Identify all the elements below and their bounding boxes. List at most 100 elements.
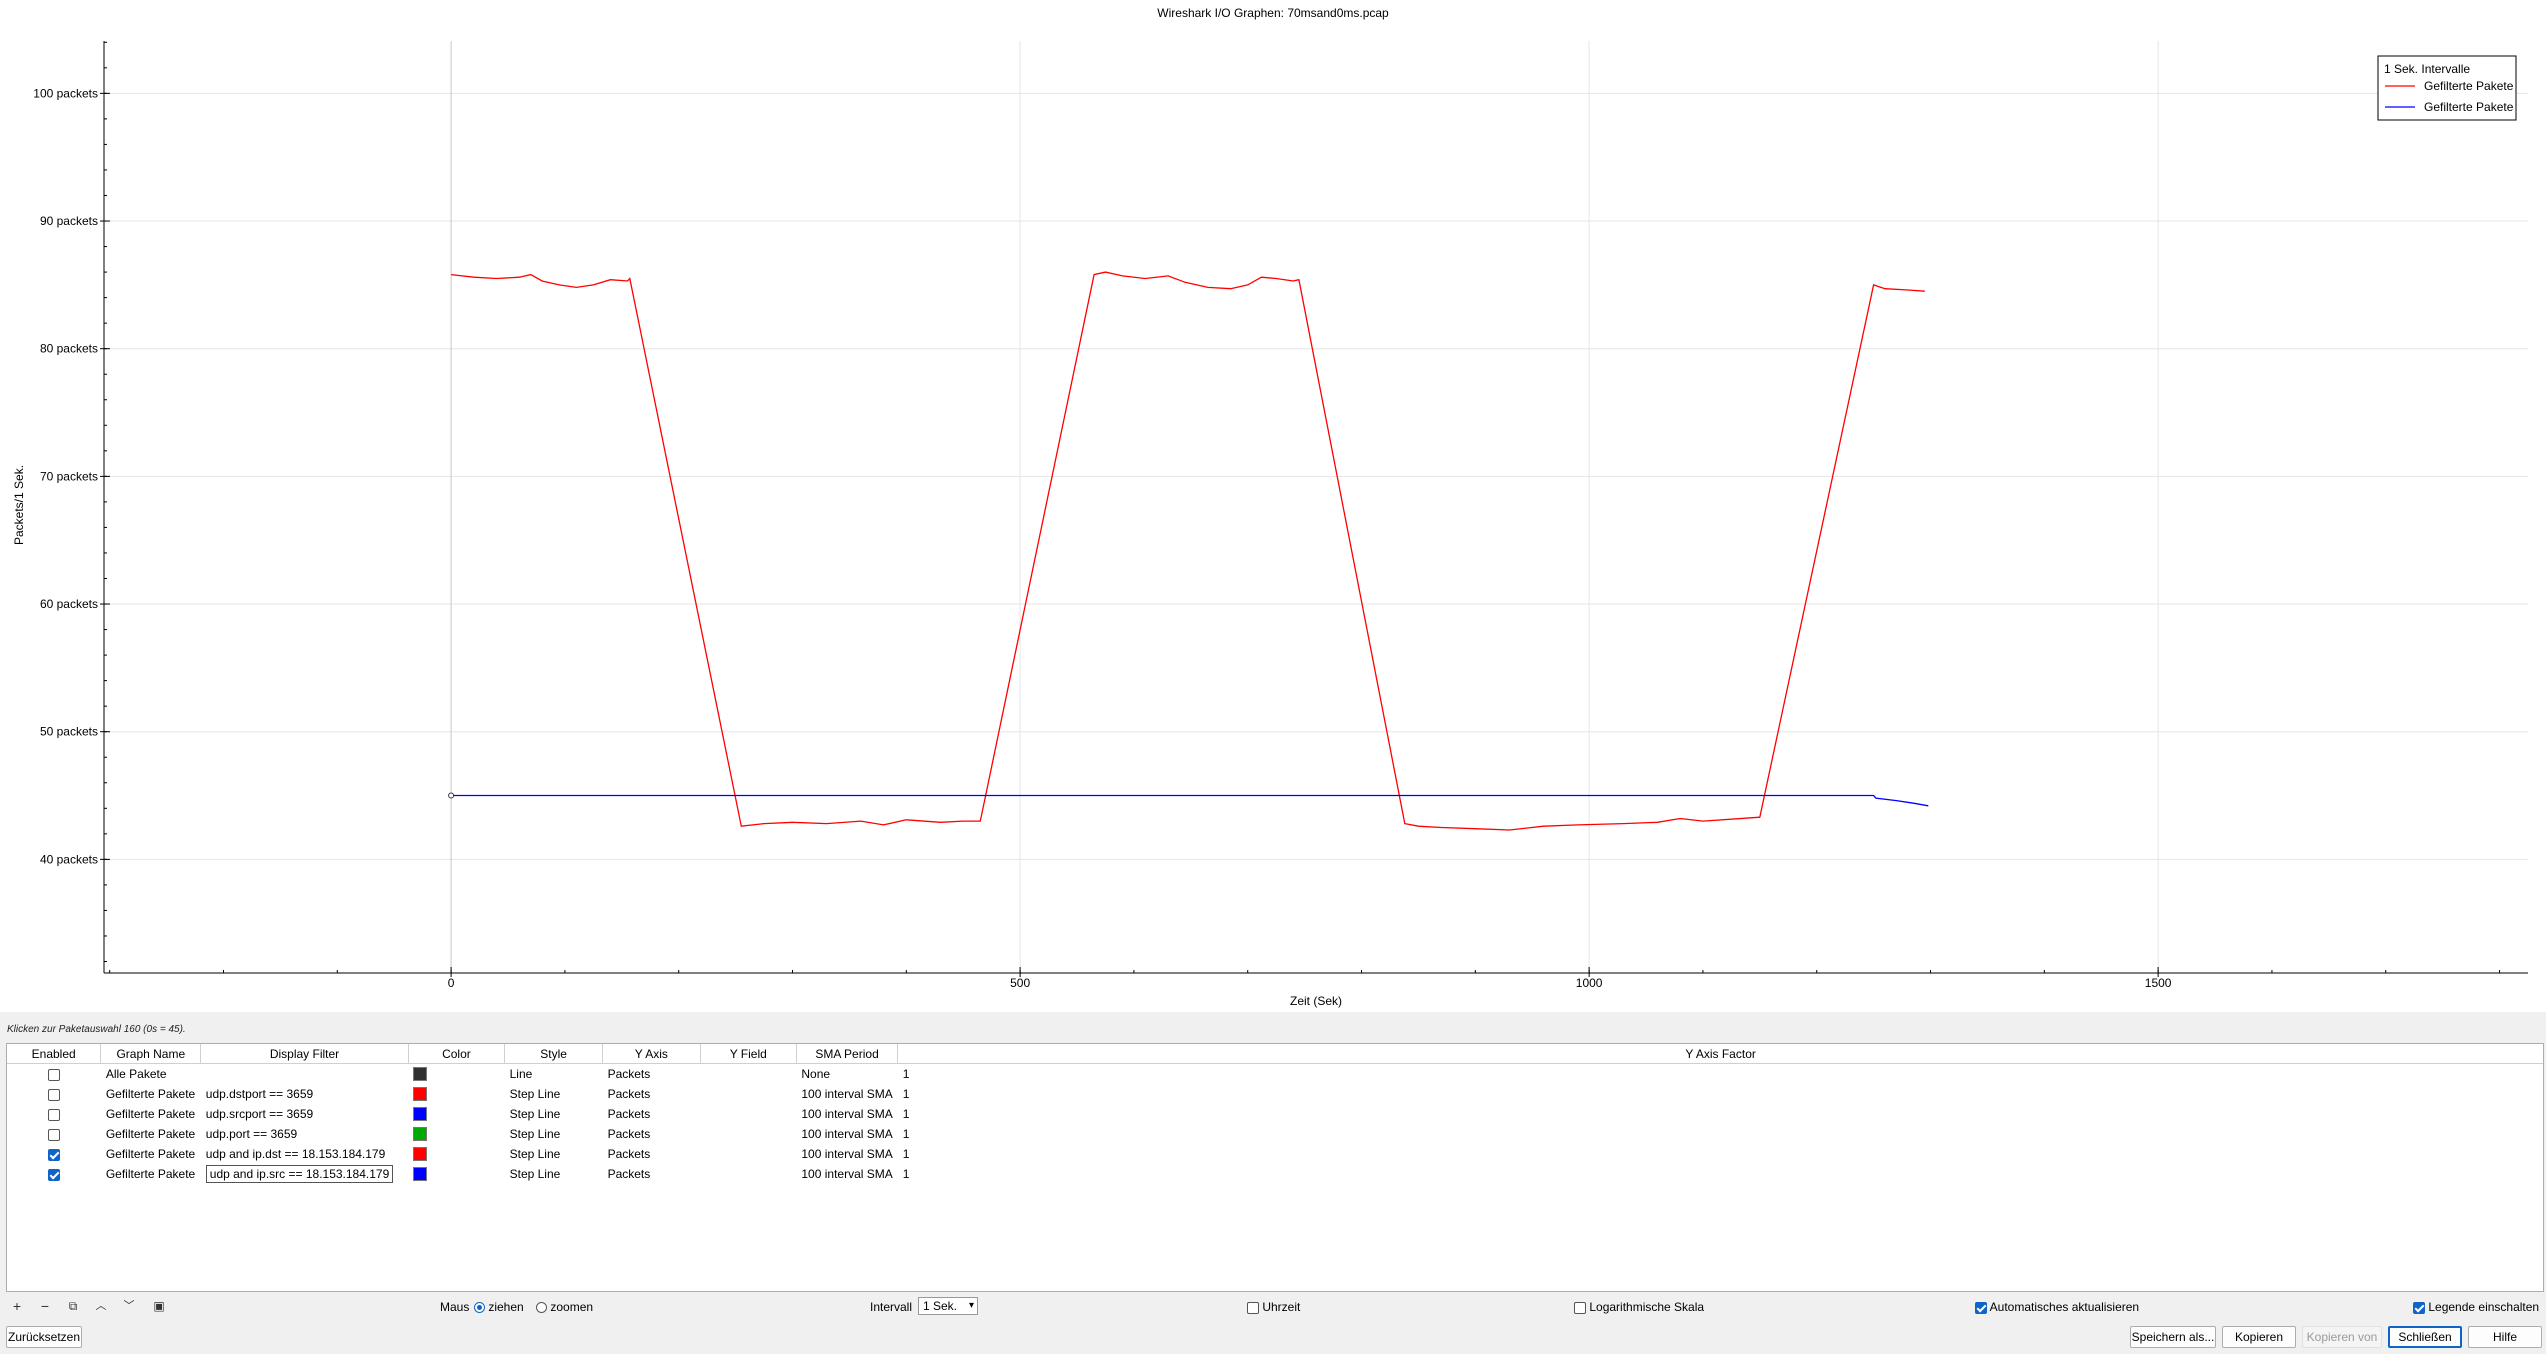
y-field-cell[interactable] (700, 1164, 796, 1184)
y-axis-factor-cell[interactable]: 1 (898, 1144, 2543, 1164)
enabled-checkbox[interactable] (47, 1088, 60, 1101)
io-graph-plot[interactable]: Wireshark I/O Graphen: 70msand0ms.pcap 4… (0, 0, 2546, 1012)
table-row[interactable]: Gefilterte Pakete udp.dstport == 3659 Step… (7, 1084, 2543, 1104)
legend-toggle-option[interactable]: Legende einschalten (2413, 1300, 2539, 1314)
enabled-cell[interactable] (7, 1144, 101, 1164)
move-down-icon[interactable]: ﹀ (120, 1297, 138, 1315)
color-cell[interactable] (408, 1164, 504, 1184)
sma-period-cell[interactable]: 100 interval SMA (796, 1104, 897, 1124)
graph-name-cell[interactable]: Gefilterte Pakete (101, 1104, 201, 1124)
table-row[interactable]: Gefilterte Pakete udp and ip.dst == 18.15… (7, 1144, 2543, 1164)
add-icon[interactable]: + (8, 1297, 26, 1315)
time-of-day-option[interactable]: Uhrzeit (1247, 1300, 1300, 1314)
color-swatch[interactable] (413, 1127, 428, 1142)
auto-update-checkbox[interactable] (1975, 1301, 1987, 1314)
col-header-y-axis[interactable]: Y Axis (602, 1044, 701, 1064)
y-field-cell[interactable] (700, 1084, 796, 1104)
display-filter-cell[interactable]: udp and ip.src == 18.153.184.179 (201, 1164, 408, 1184)
graph-name-cell[interactable]: Alle Pakete (101, 1064, 201, 1085)
col-header-sma-period[interactable]: SMA Period (796, 1044, 899, 1064)
clear-icon[interactable]: ▣ (150, 1297, 168, 1315)
style-cell[interactable]: Step Line (505, 1144, 603, 1164)
style-cell[interactable]: Step Line (505, 1164, 603, 1184)
col-header-y-axis-factor[interactable]: Y Axis Factor (897, 1044, 2543, 1064)
col-header-color[interactable]: Color (408, 1044, 506, 1064)
y-axis-cell[interactable]: Packets (603, 1144, 701, 1164)
display-filter-cell[interactable]: udp.srcport == 3659 (201, 1104, 408, 1124)
enabled-cell[interactable] (7, 1164, 101, 1184)
sma-period-cell[interactable]: 100 interval SMA (796, 1164, 897, 1184)
table-row[interactable]: Gefilterte Pakete udp.port == 3659 Step Li… (7, 1124, 2543, 1144)
y-axis-cell[interactable]: Packets (603, 1064, 701, 1085)
color-cell[interactable] (408, 1144, 504, 1164)
y-axis-factor-cell[interactable]: 1 (898, 1084, 2543, 1104)
save-as-button[interactable]: Speichern als... (2130, 1326, 2216, 1348)
y-axis-cell[interactable]: Packets (603, 1164, 701, 1184)
auto-update-option[interactable]: Automatisches aktualisieren (1975, 1300, 2139, 1314)
y-axis-cell[interactable]: Packets (603, 1124, 701, 1144)
enabled-checkbox[interactable] (47, 1148, 60, 1161)
graph-name-cell[interactable]: Gefilterte Pakete (101, 1164, 201, 1184)
sma-period-cell[interactable]: None (796, 1064, 897, 1085)
graph-name-cell[interactable]: Gefilterte Pakete (101, 1144, 201, 1164)
style-cell[interactable]: Step Line (505, 1104, 603, 1124)
enabled-cell[interactable] (7, 1064, 101, 1085)
color-cell[interactable] (408, 1084, 504, 1104)
y-axis-cell[interactable]: Packets (603, 1084, 701, 1104)
interval-select[interactable]: 1 Sek. ▾ (918, 1297, 978, 1315)
color-cell[interactable] (408, 1124, 504, 1144)
mouse-drag-option[interactable]: ziehen (474, 1300, 524, 1314)
log-scale-option[interactable]: Logarithmische Skala (1574, 1300, 1704, 1314)
display-filter-cell[interactable]: udp and ip.dst == 18.153.184.179 (201, 1144, 408, 1164)
style-cell[interactable]: Step Line (505, 1084, 603, 1104)
style-cell[interactable]: Step Line (505, 1124, 603, 1144)
enabled-cell[interactable] (7, 1124, 101, 1144)
display-filter-cell[interactable]: udp.port == 3659 (201, 1124, 408, 1144)
col-header-graph-name[interactable]: Graph Name (100, 1044, 202, 1064)
log-scale-checkbox[interactable] (1574, 1301, 1586, 1314)
color-swatch[interactable] (413, 1067, 428, 1082)
graph-name-cell[interactable]: Gefilterte Pakete (101, 1084, 201, 1104)
help-button[interactable]: Hilfe (2468, 1326, 2542, 1348)
col-header-enabled[interactable]: Enabled (7, 1044, 102, 1064)
y-axis-factor-cell[interactable]: 1 (898, 1064, 2543, 1085)
drag-radio[interactable] (474, 1302, 485, 1314)
enabled-cell[interactable] (7, 1084, 101, 1104)
reset-button[interactable]: Zurücksetzen (6, 1326, 82, 1348)
enabled-checkbox[interactable] (47, 1108, 60, 1121)
y-field-cell[interactable] (700, 1104, 796, 1124)
time-of-day-checkbox[interactable] (1247, 1301, 1259, 1314)
color-swatch[interactable] (413, 1107, 428, 1122)
graph-table[interactable]: Enabled Graph Name Display Filter Color … (6, 1043, 2544, 1292)
chart-canvas[interactable]: Wireshark I/O Graphen: 70msand0ms.pcap 4… (0, 0, 2546, 1012)
display-filter-cell[interactable] (201, 1064, 408, 1085)
display-filter-cell[interactable]: udp.dstport == 3659 (201, 1084, 408, 1104)
enabled-checkbox[interactable] (47, 1168, 60, 1181)
col-header-y-field[interactable]: Y Field (700, 1044, 797, 1064)
y-field-cell[interactable] (700, 1064, 796, 1085)
y-axis-cell[interactable]: Packets (603, 1104, 701, 1124)
zoom-radio[interactable] (536, 1302, 547, 1314)
table-row[interactable]: Gefilterte Pakete udp.srcport == 3659 Step… (7, 1104, 2543, 1124)
color-swatch[interactable] (413, 1087, 428, 1102)
color-cell[interactable] (408, 1104, 504, 1124)
color-swatch[interactable] (413, 1167, 428, 1182)
color-swatch[interactable] (413, 1147, 428, 1162)
sma-period-cell[interactable]: 100 interval SMA (796, 1124, 897, 1144)
copy-from-button[interactable]: Kopieren von (2302, 1326, 2382, 1348)
color-cell[interactable] (408, 1064, 504, 1085)
col-header-style[interactable]: Style (504, 1044, 604, 1064)
close-button[interactable]: Schließen (2388, 1326, 2462, 1348)
y-axis-factor-cell[interactable]: 1 (898, 1164, 2543, 1184)
enabled-checkbox[interactable] (47, 1128, 60, 1141)
move-up-icon[interactable]: ︿ (92, 1297, 110, 1315)
y-axis-factor-cell[interactable]: 1 (898, 1104, 2543, 1124)
y-field-cell[interactable] (700, 1144, 796, 1164)
table-row[interactable]: Gefilterte Pakete udp and ip.src == 18.15… (7, 1164, 2543, 1184)
table-row[interactable]: Alle Pakete Line Packets None 1 (7, 1064, 2543, 1085)
style-cell[interactable]: Line (505, 1064, 603, 1085)
y-axis-factor-cell[interactable]: 1 (898, 1124, 2543, 1144)
sma-period-cell[interactable]: 100 interval SMA (796, 1084, 897, 1104)
sma-period-cell[interactable]: 100 interval SMA (796, 1144, 897, 1164)
enabled-checkbox[interactable] (47, 1068, 60, 1081)
